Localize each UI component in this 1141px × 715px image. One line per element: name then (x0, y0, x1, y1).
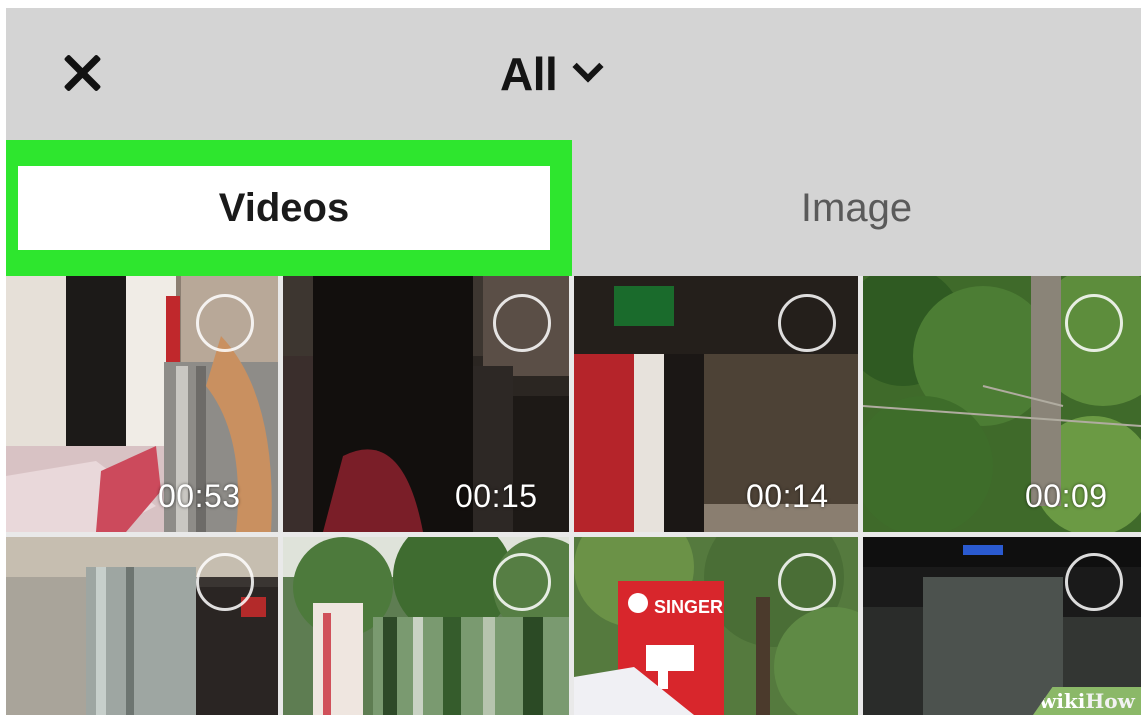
album-dropdown[interactable]: All (500, 46, 604, 102)
picker-header: All (6, 8, 1141, 140)
watermark-how: How (1085, 689, 1135, 713)
select-circle[interactable] (493, 294, 551, 352)
tab-image-label: Image (800, 185, 913, 230)
media-thumbnail[interactable]: wiki How (863, 537, 1141, 715)
video-duration: 00:14 (746, 478, 829, 514)
select-circle[interactable] (778, 553, 836, 611)
close-icon[interactable] (58, 48, 108, 98)
media-thumbnail[interactable]: 00:14 (574, 276, 858, 532)
svg-text:SINGER: SINGER (654, 597, 723, 617)
media-picker-screen: All Videos Image 00:53 00:15 00:14 00:09… (6, 8, 1141, 715)
media-thumbnail[interactable] (283, 537, 569, 715)
media-thumbnail[interactable]: 00:53 (6, 276, 278, 532)
video-duration: 00:15 (455, 478, 538, 514)
media-thumbnail[interactable]: 00:15 (283, 276, 569, 532)
media-thumbnail[interactable]: SINGER (574, 537, 858, 715)
media-type-tabs: Videos Image (6, 140, 1141, 276)
select-circle[interactable] (1065, 294, 1123, 352)
select-circle[interactable] (1065, 553, 1123, 611)
video-duration: 00:53 (158, 478, 241, 514)
select-circle[interactable] (196, 553, 254, 611)
tab-videos-selected-indicator: Videos (18, 166, 550, 250)
media-thumbnail[interactable]: 00:09 (863, 276, 1141, 532)
video-duration: 00:09 (1025, 478, 1108, 514)
tab-videos[interactable]: Videos (6, 140, 572, 276)
tab-image[interactable]: Image (572, 140, 1141, 276)
album-label: All (500, 48, 558, 100)
tab-videos-label: Videos (218, 185, 350, 230)
select-circle[interactable] (778, 294, 836, 352)
select-circle[interactable] (196, 294, 254, 352)
chevron-down-icon (572, 51, 604, 83)
media-grid: 00:53 00:15 00:14 00:09 SINGER wiki How (6, 276, 1141, 715)
media-thumbnail[interactable] (6, 537, 278, 715)
select-circle[interactable] (493, 553, 551, 611)
